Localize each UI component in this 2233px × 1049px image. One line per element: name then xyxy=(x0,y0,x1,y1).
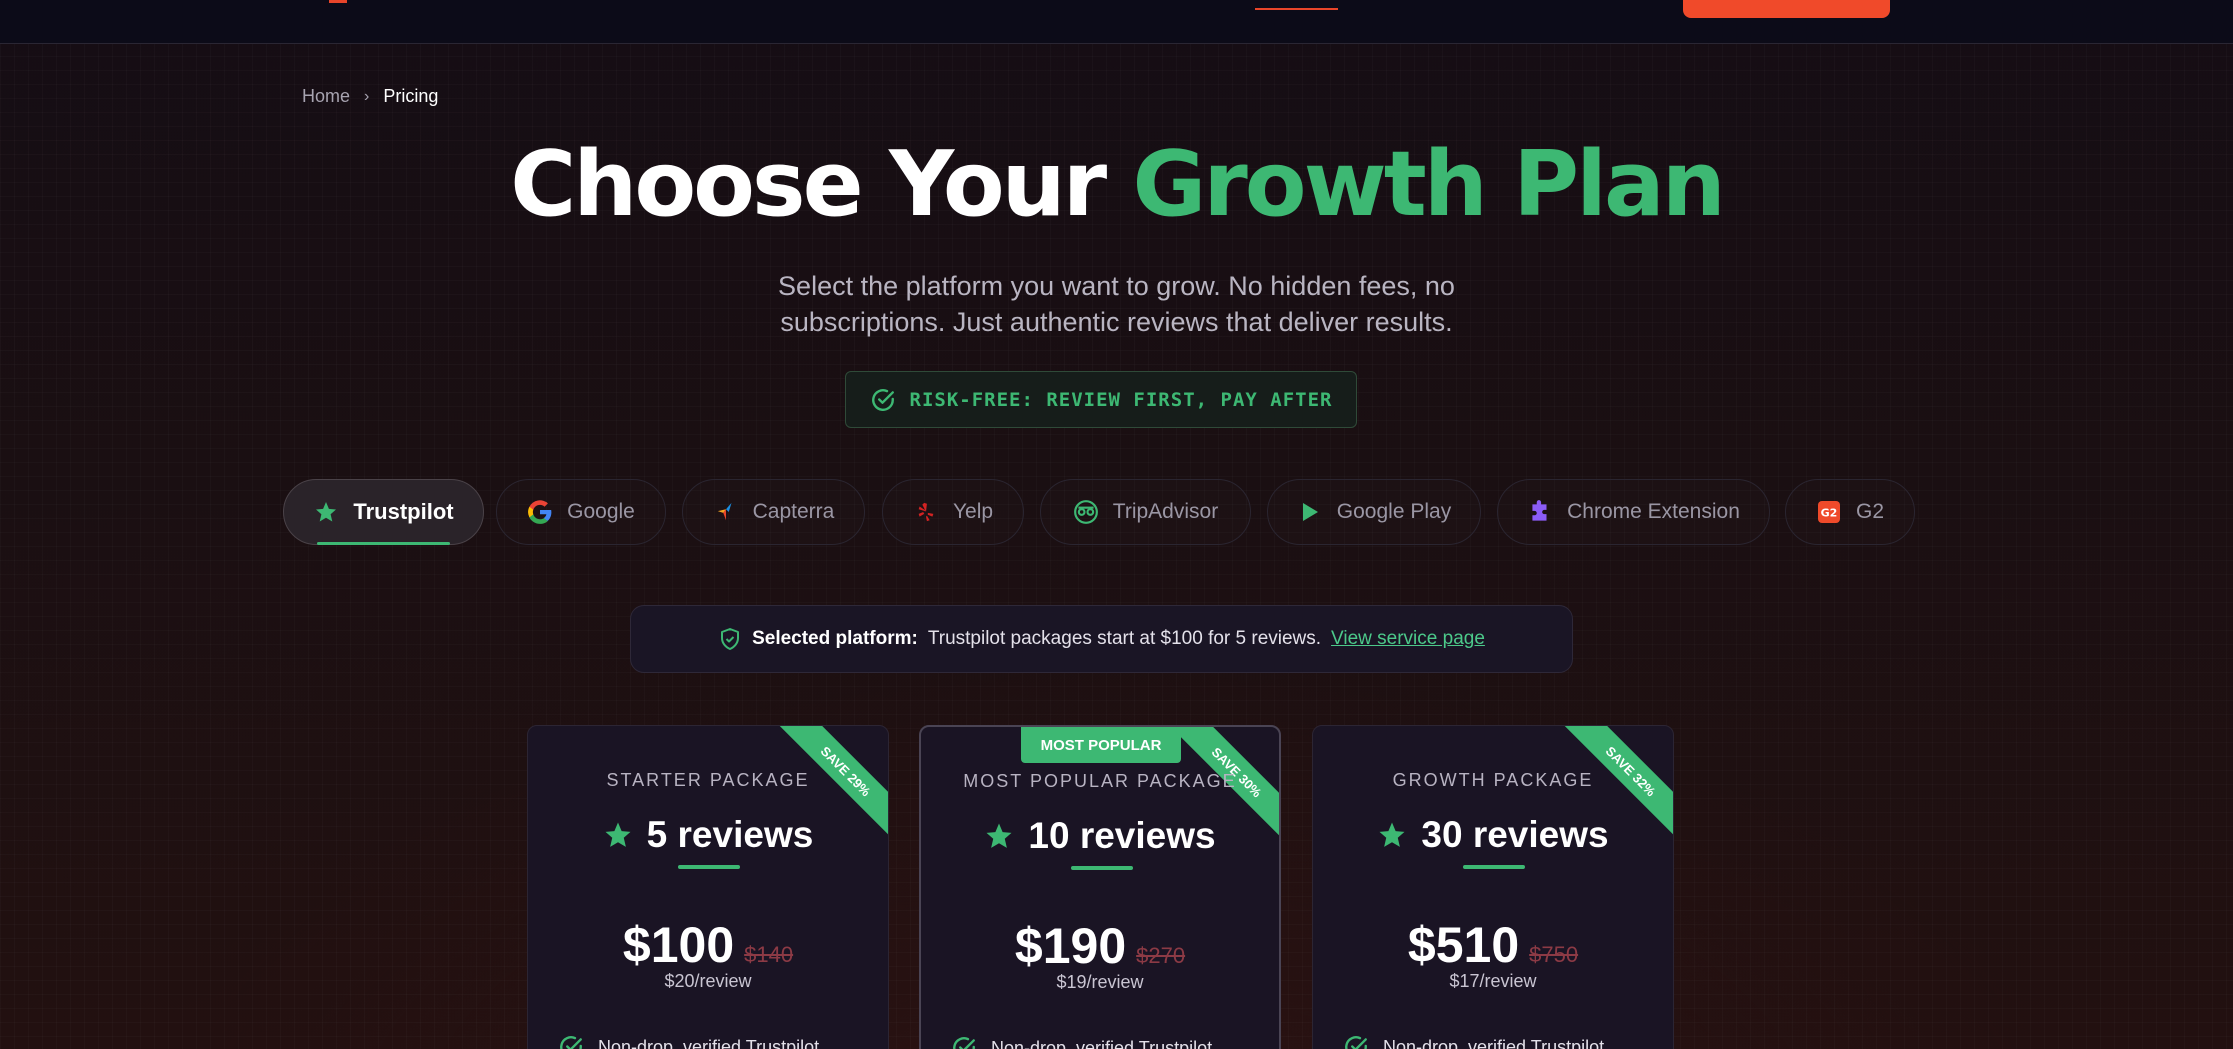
tab-label: Trustpilot xyxy=(353,499,454,524)
svg-text:G2: G2 xyxy=(1821,507,1838,520)
header-cta-button[interactable] xyxy=(1683,0,1890,18)
page-subtitle: Select the platform you want to grow. No… xyxy=(0,268,2233,340)
risk-free-text: RISK-FREE: REVIEW FIRST, PAY AFTER xyxy=(909,388,1333,411)
view-service-page-link[interactable]: View service page xyxy=(1331,628,1485,650)
star-icon xyxy=(1379,822,1405,847)
old-price: $140 xyxy=(744,942,794,967)
breadcrumb: Home › Pricing xyxy=(302,86,438,107)
price-row: $100 $140 xyxy=(528,916,888,974)
tab-google-play[interactable]: Google Play xyxy=(1267,479,1481,545)
subtitle-line-1: Select the platform you want to grow. No… xyxy=(778,271,1455,301)
tab-trustpilot[interactable]: Trustpilot xyxy=(283,479,484,545)
tab-label: G2 xyxy=(1855,500,1884,523)
review-count: 10 reviews xyxy=(921,815,1279,857)
package-label: STARTER PACKAGE xyxy=(606,770,810,790)
price: $510 xyxy=(1407,917,1520,973)
tab-g2[interactable]: G2 G2 xyxy=(1785,479,1915,545)
tab-label: Yelp xyxy=(952,500,994,523)
tab-capterra[interactable]: Capterra xyxy=(682,479,865,545)
title-main: Choose Your xyxy=(510,132,1107,237)
tab-google[interactable]: Google xyxy=(496,479,666,545)
play-icon xyxy=(1297,499,1323,525)
selected-platform-label: Selected platform: xyxy=(752,628,918,649)
accent-divider xyxy=(678,865,740,869)
tripadvisor-icon xyxy=(1073,499,1099,525)
price-row: $510 $750 xyxy=(1313,916,1673,974)
feature-item: Non-drop, verified Trustpilot xyxy=(1343,1034,1604,1049)
selected-platform-banner: Selected platform: Trustpilot packages s… xyxy=(630,605,1573,673)
feature-text: Non-drop, verified Trustpilot xyxy=(1383,1036,1605,1049)
logo-fragment[interactable] xyxy=(329,0,347,3)
nav-active-underline xyxy=(1255,8,1338,10)
star-icon xyxy=(313,499,339,525)
selected-platform-text: Trustpilot packages start at $100 for 5 … xyxy=(927,628,1322,649)
page-title: Choose Your Growth Plan xyxy=(0,132,2233,237)
package-card-growth[interactable]: SAVE 32% GROWTH PACKAGE 30 reviews $510 … xyxy=(1312,725,1674,1049)
tab-label: Capterra xyxy=(752,500,835,523)
old-price: $750 xyxy=(1529,942,1579,967)
price-row: $190 $270 xyxy=(921,917,1279,975)
price: $100 xyxy=(622,917,735,973)
check-circle-icon xyxy=(560,1036,582,1049)
tab-label: Chrome Extension xyxy=(1567,500,1740,523)
accent-divider xyxy=(1463,865,1525,869)
price-per-review: $20/review xyxy=(664,971,752,991)
check-circle-icon xyxy=(1345,1036,1367,1049)
package-card-popular[interactable]: MOST POPULAR SAVE 30% MOST POPULAR PACKA… xyxy=(919,725,1281,1049)
g2-icon: G2 xyxy=(1816,499,1842,525)
review-count-text: 30 reviews xyxy=(1421,814,1609,855)
check-circle-icon xyxy=(871,388,894,411)
google-icon xyxy=(527,499,553,525)
tab-active-indicator xyxy=(317,542,450,545)
old-price: $270 xyxy=(1136,943,1186,968)
review-count: 5 reviews xyxy=(528,814,888,856)
tab-label: Google Play xyxy=(1336,500,1452,523)
tab-label: Google xyxy=(567,500,635,523)
star-icon xyxy=(605,822,631,847)
package-label: MOST POPULAR PACKAGE xyxy=(963,771,1237,791)
star-icon xyxy=(986,823,1012,848)
chevron-right-icon: › xyxy=(364,87,370,105)
yelp-icon xyxy=(913,499,939,525)
price: $190 xyxy=(1014,918,1127,974)
review-count: 30 reviews xyxy=(1313,814,1673,856)
review-count-text: 10 reviews xyxy=(1028,815,1216,856)
review-count-text: 5 reviews xyxy=(646,814,814,855)
accent-divider xyxy=(1071,866,1133,870)
puzzle-icon xyxy=(1527,499,1553,525)
title-accent: Growth Plan xyxy=(1132,132,1726,237)
feature-item: Non-drop, verified Trustpilot xyxy=(558,1034,819,1049)
top-navbar xyxy=(0,0,2233,44)
feature-text: Non-drop, verified Trustpilot xyxy=(598,1036,820,1049)
tab-chrome-extension[interactable]: Chrome Extension xyxy=(1497,479,1770,545)
check-circle-icon xyxy=(953,1037,975,1049)
tab-label: TripAdvisor xyxy=(1112,500,1219,523)
price-per-review: $19/review xyxy=(1056,972,1144,992)
tab-yelp[interactable]: Yelp xyxy=(882,479,1024,545)
breadcrumb-home[interactable]: Home xyxy=(302,86,350,107)
risk-free-badge: RISK-FREE: REVIEW FIRST, PAY AFTER xyxy=(845,371,1357,428)
capterra-icon xyxy=(713,499,739,525)
subtitle-line-2: subscriptions. Just authentic reviews th… xyxy=(780,307,1453,337)
feature-item: Non-drop, verified Trustpilot xyxy=(951,1035,1212,1049)
most-popular-badge: MOST POPULAR xyxy=(1021,727,1181,763)
package-card-starter[interactable]: SAVE 29% STARTER PACKAGE 5 reviews $100 … xyxy=(527,725,889,1049)
tab-tripadvisor[interactable]: TripAdvisor xyxy=(1040,479,1251,545)
breadcrumb-current: Pricing xyxy=(383,86,439,106)
shield-check-icon xyxy=(721,628,740,650)
feature-text: Non-drop, verified Trustpilot xyxy=(991,1037,1213,1049)
price-per-review: $17/review xyxy=(1449,971,1537,991)
package-label: GROWTH PACKAGE xyxy=(1392,770,1594,790)
